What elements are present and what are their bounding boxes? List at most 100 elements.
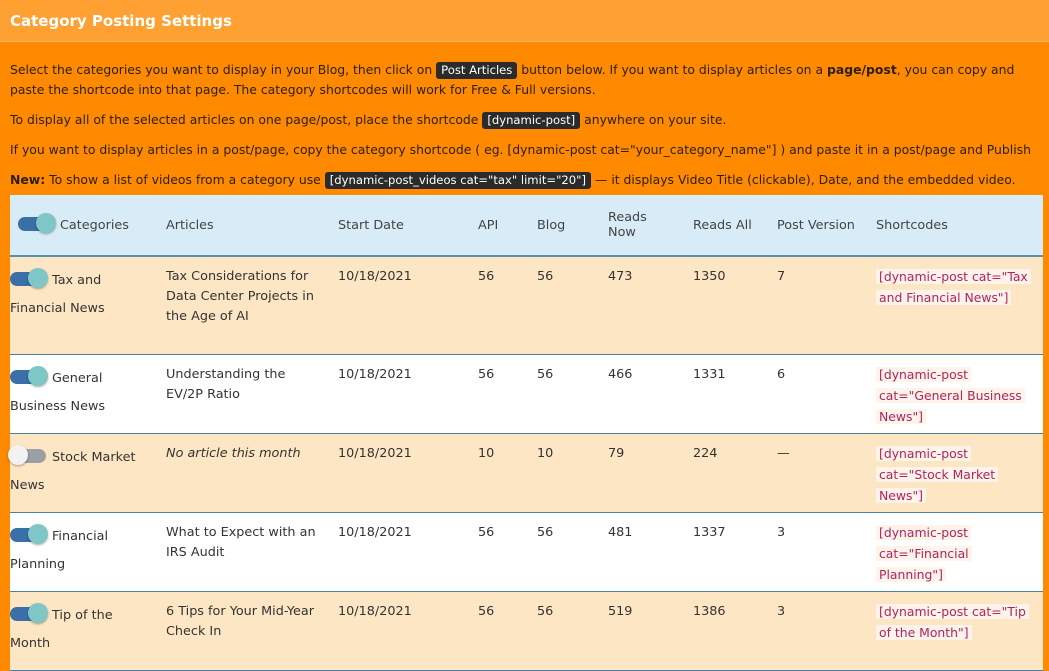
page-title: Category Posting Settings: [10, 11, 232, 30]
post-version: 6: [777, 367, 786, 382]
category-toggle[interactable]: [10, 268, 48, 288]
shortcode-cell: [dynamic-post cat="Financial Planning"]: [868, 513, 1043, 591]
post-version: 3: [777, 604, 786, 619]
blog-count: 56: [537, 604, 554, 619]
toggle-knob: [36, 212, 56, 233]
shortcode-cell: [dynamic-post cat="General Business News…: [868, 355, 1043, 433]
category-toggle[interactable]: [8, 445, 46, 465]
intro-text: To show a list of videos from a category…: [49, 172, 321, 187]
intro-text: — it displays Video Title (clickable), D…: [594, 172, 1016, 187]
category-shortcode[interactable]: [dynamic-post cat="Tip of the Month"]: [876, 604, 1029, 640]
table-row: General Business News Understanding the E…: [10, 355, 1043, 434]
article-title[interactable]: What to Expect with an IRS Audit: [158, 513, 330, 591]
header-categories: Categories: [10, 195, 158, 255]
reads-now: 79: [608, 446, 625, 461]
intro-section: Select the categories you want to displa…: [0, 42, 1049, 190]
article-title: No article this month: [166, 446, 301, 461]
category-cell: Tax and Financial News: [10, 257, 158, 354]
shortcode-cell: [dynamic-post cat="Stock Market News"]: [868, 434, 1043, 512]
reads-all: 1386: [693, 604, 726, 619]
article-title[interactable]: Understanding the EV/2P Ratio: [158, 355, 330, 433]
new-label: New:: [10, 172, 46, 187]
category-toggle[interactable]: [10, 524, 48, 544]
category-label-wrap: Tip of the Month: [10, 602, 152, 658]
toggle-knob: [8, 445, 28, 465]
start-date: 10/18/2021: [338, 525, 412, 540]
toggle-knob: [28, 524, 48, 544]
table-row: Stock Market News No article this month 10…: [8, 434, 1043, 513]
header-label: Categories: [60, 217, 129, 233]
reads-now: 466: [608, 367, 633, 382]
article-title[interactable]: Tax Considerations for Data Center Proje…: [158, 257, 330, 354]
api-count: 56: [478, 269, 495, 284]
category-table: Categories Articles Start Date API Blog …: [8, 195, 1043, 671]
api-count: 56: [478, 604, 495, 619]
shortcode-tag: [dynamic-post]: [482, 112, 581, 129]
blog-count: 56: [537, 367, 554, 382]
category-cell: Stock Market News: [8, 434, 158, 512]
intro-text: button below. If you want to display art…: [521, 62, 824, 77]
post-version: 3: [777, 525, 786, 540]
intro-bold: page/post: [827, 62, 897, 77]
start-date: 10/18/2021: [338, 446, 412, 461]
header-reads-all: Reads All: [693, 217, 752, 233]
header-reads-now: Reads Now: [608, 210, 647, 240]
article-title[interactable]: 6 Tips for Your Mid-Year Check In: [158, 592, 330, 670]
reads-all: 1331: [693, 367, 726, 382]
start-date: 10/18/2021: [338, 604, 412, 619]
header-shortcodes: Shortcodes: [876, 217, 948, 233]
category-label-wrap: Stock Market News: [8, 444, 152, 500]
category-label-wrap: Tax and Financial News: [10, 267, 152, 323]
api-count: 56: [478, 525, 495, 540]
intro-text: anywhere on your site.: [584, 112, 727, 127]
reads-all: 1350: [693, 269, 726, 284]
table-body: Tax and Financial News Tax Considerations…: [8, 257, 1043, 671]
category-shortcode[interactable]: [dynamic-post cat="General Business News…: [876, 367, 1025, 424]
table-row: Tip of the Month 6 Tips for Your Mid-Year…: [10, 592, 1043, 671]
category-label-wrap: General Business News: [10, 365, 152, 421]
header-blog: Blog: [537, 217, 566, 233]
header-api: API: [478, 217, 499, 233]
toggle-knob: [28, 366, 48, 386]
category-cell: Tip of the Month: [10, 592, 158, 670]
blog-count: 56: [537, 269, 554, 284]
api-count: 10: [478, 446, 495, 461]
category-cell: Financial Planning: [10, 513, 158, 591]
header-post-version: Post Version: [777, 217, 855, 233]
start-date: 10/18/2021: [338, 269, 412, 284]
blog-count: 56: [537, 525, 554, 540]
page-title-bar: Category Posting Settings: [0, 0, 1049, 42]
video-shortcode-tag: [dynamic-post_videos cat="tax" limit="20…: [324, 172, 592, 189]
post-articles-tag: Post Articles: [436, 62, 518, 79]
category-shortcode[interactable]: [dynamic-post cat="Tax and Financial New…: [876, 269, 1031, 305]
shortcode-cell: [dynamic-post cat="Tip of the Month"]: [868, 592, 1043, 670]
intro-line-3: If you want to display articles in a pos…: [10, 142, 1031, 157]
header-start-date: Start Date: [338, 217, 404, 233]
post-version: —: [777, 446, 790, 461]
table-header: Categories Articles Start Date API Blog …: [10, 195, 1043, 257]
table-row: Financial Planning What to Expect with an…: [10, 513, 1043, 592]
reads-all: 1337: [693, 525, 726, 540]
toggle-knob: [28, 603, 48, 623]
reads-now: 473: [608, 269, 633, 284]
intro-text: To display all of the selected articles …: [10, 112, 479, 127]
intro-line-1: Select the categories you want to displa…: [10, 60, 1039, 100]
start-date: 10/18/2021: [338, 367, 412, 382]
reads-all: 224: [693, 446, 718, 461]
select-all-toggle[interactable]: [18, 212, 56, 233]
category-label-wrap: Financial Planning: [10, 523, 152, 579]
shortcode-cell: [dynamic-post cat="Tax and Financial New…: [868, 257, 1043, 354]
post-version: 7: [777, 269, 786, 284]
header-articles: Articles: [166, 217, 214, 233]
blog-count: 10: [537, 446, 554, 461]
table-row: Tax and Financial News Tax Considerations…: [10, 257, 1043, 355]
category-cell: General Business News: [10, 355, 158, 433]
intro-line-4: New: To show a list of videos from a cat…: [10, 170, 1039, 190]
category-shortcode[interactable]: [dynamic-post cat="Financial Planning"]: [876, 525, 972, 582]
category-shortcode[interactable]: [dynamic-post cat="Stock Market News"]: [876, 446, 999, 503]
intro-text: Select the categories you want to displa…: [10, 62, 433, 77]
reads-now: 519: [608, 604, 633, 619]
api-count: 56: [478, 367, 495, 382]
category-toggle[interactable]: [10, 603, 48, 623]
category-toggle[interactable]: [10, 366, 48, 386]
